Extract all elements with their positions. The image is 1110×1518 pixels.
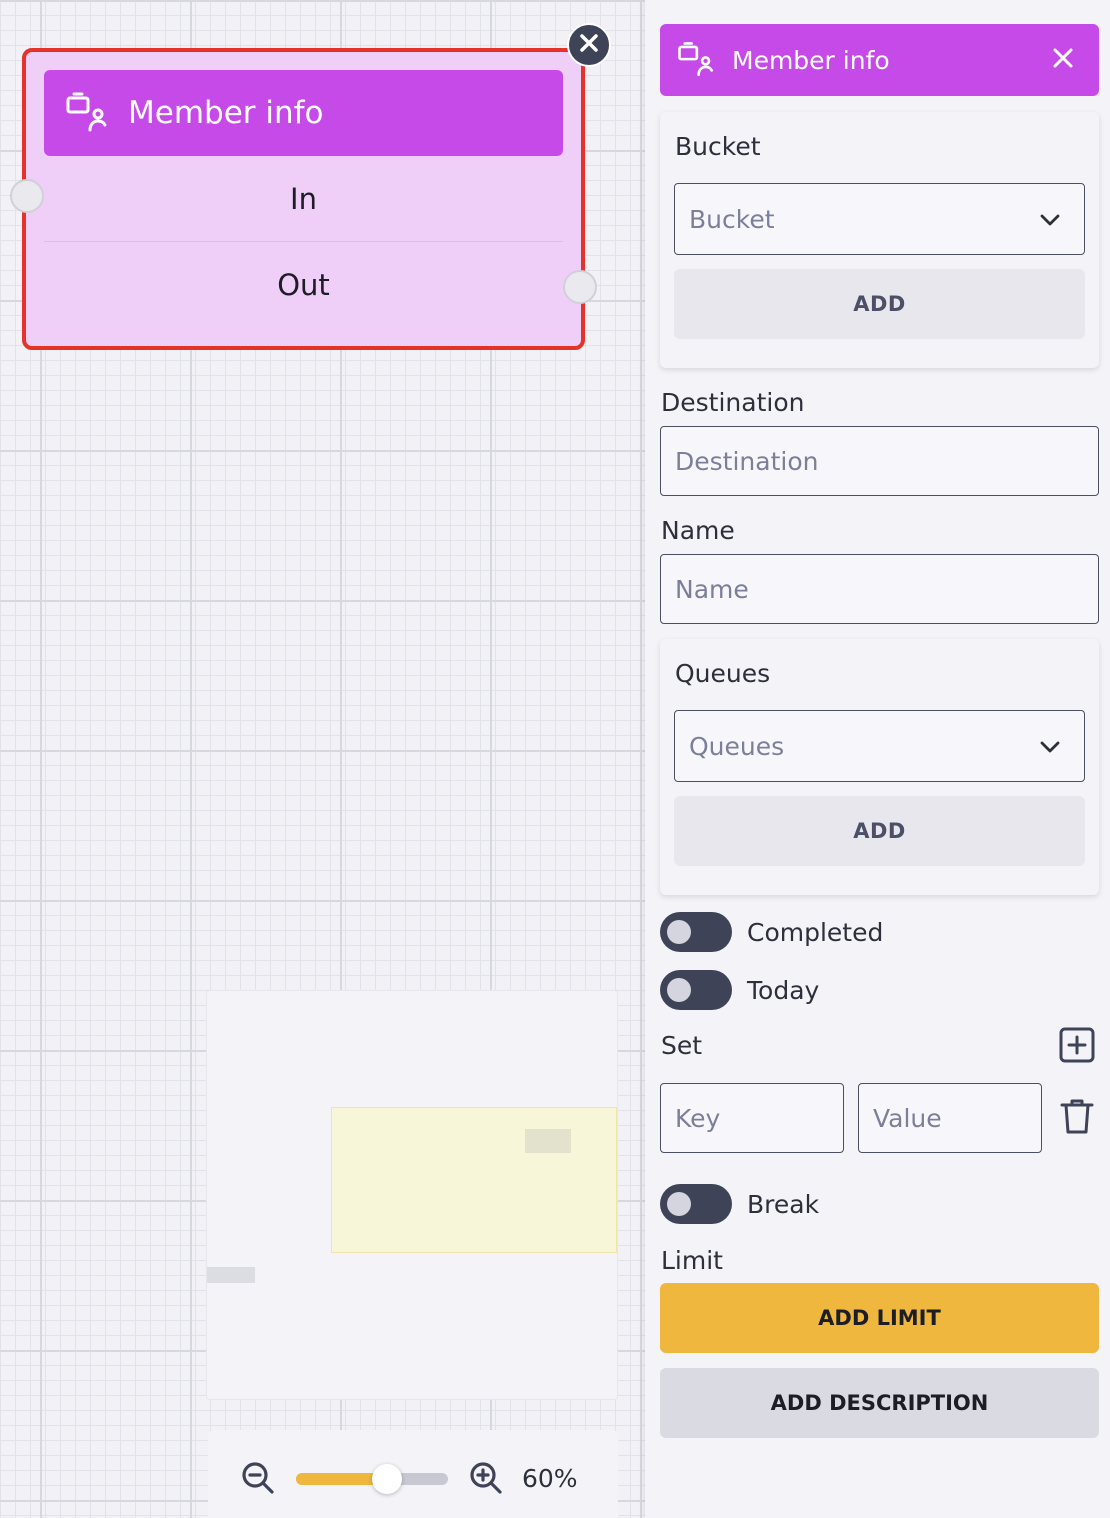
close-icon (578, 32, 600, 58)
node-output-row: Out (44, 242, 563, 328)
chevron-down-icon (1038, 735, 1062, 765)
today-toggle-row: Today (660, 970, 819, 1010)
destination-placeholder: Destination (675, 446, 819, 476)
plus-square-icon (1059, 1027, 1095, 1067)
add-limit-button[interactable]: ADD LIMIT (660, 1283, 1099, 1353)
member-info-icon (676, 40, 716, 80)
zoom-in-icon (468, 1460, 504, 1500)
toggle-knob (667, 920, 691, 944)
flow-canvas[interactable]: Member info In Out 60% (0, 0, 645, 1518)
queues-select[interactable]: Queues (674, 710, 1085, 782)
add-bucket-button[interactable]: ADD (674, 269, 1085, 339)
add-queue-button[interactable]: ADD (674, 796, 1085, 866)
completed-label: Completed (747, 917, 884, 947)
zoom-slider[interactable] (296, 1464, 448, 1494)
completed-toggle[interactable] (660, 912, 732, 952)
add-set-button[interactable] (1058, 1027, 1096, 1067)
set-label: Set (661, 1031, 703, 1060)
bucket-section: Bucket Bucket ADD (660, 112, 1099, 368)
node-input-row: In (44, 156, 563, 242)
set-key-input[interactable]: Key (660, 1083, 844, 1153)
zoom-slider-thumb[interactable] (372, 1464, 403, 1494)
zoom-out-icon (240, 1460, 276, 1500)
bucket-select-placeholder: Bucket (689, 204, 775, 234)
panel-title: Member info (732, 45, 890, 75)
node-delete-button[interactable] (567, 23, 611, 67)
node-title: Member info (128, 95, 324, 131)
node-output-port[interactable] (563, 270, 597, 304)
break-toggle-row: Break (660, 1184, 819, 1224)
minimap[interactable] (206, 990, 618, 1400)
minimap-viewport[interactable] (331, 1107, 617, 1253)
zoom-controls: 60% (208, 1430, 618, 1518)
zoom-out-button[interactable] (238, 1460, 278, 1500)
node-input-label: In (290, 181, 317, 216)
panel-close-button[interactable] (1047, 44, 1079, 76)
toggle-knob (667, 1192, 691, 1216)
bucket-label: Bucket (675, 132, 761, 161)
name-label: Name (661, 516, 735, 545)
delete-set-button[interactable] (1057, 1098, 1097, 1138)
bucket-select[interactable]: Bucket (674, 183, 1085, 255)
destination-label: Destination (661, 388, 805, 417)
properties-panel: Member info Bucket Bucket ADD Destinatio… (645, 0, 1110, 1518)
break-toggle[interactable] (660, 1184, 732, 1224)
name-placeholder: Name (675, 574, 749, 604)
destination-input[interactable]: Destination (660, 426, 1099, 496)
toggle-knob (667, 978, 691, 1002)
queues-section: Queues Queues ADD (660, 639, 1099, 895)
name-input[interactable]: Name (660, 554, 1099, 624)
member-info-icon (64, 90, 110, 136)
zoom-in-button[interactable] (466, 1460, 506, 1500)
node-input-port[interactable] (10, 179, 44, 213)
break-label: Break (747, 1189, 820, 1219)
completed-toggle-row: Completed (660, 912, 883, 952)
set-value-placeholder: Value (873, 1103, 942, 1133)
trash-icon (1059, 1097, 1095, 1139)
today-label: Today (747, 975, 820, 1005)
zoom-level-label: 60% (522, 1464, 578, 1493)
panel-header: Member info (660, 24, 1099, 96)
set-key-placeholder: Key (675, 1103, 721, 1133)
queues-label: Queues (675, 659, 771, 688)
node-header[interactable]: Member info (44, 70, 563, 156)
member-info-node[interactable]: Member info In Out (10, 48, 597, 350)
limit-label: Limit (661, 1246, 723, 1275)
set-value-input[interactable]: Value (858, 1083, 1042, 1153)
chevron-down-icon (1038, 208, 1062, 238)
minimap-node (207, 1267, 255, 1283)
today-toggle[interactable] (660, 970, 732, 1010)
add-description-button[interactable]: ADD DESCRIPTION (660, 1368, 1099, 1438)
close-icon (1052, 47, 1074, 73)
minimap-node (525, 1129, 571, 1153)
queues-select-placeholder: Queues (689, 731, 785, 761)
node-output-label: Out (277, 268, 330, 302)
